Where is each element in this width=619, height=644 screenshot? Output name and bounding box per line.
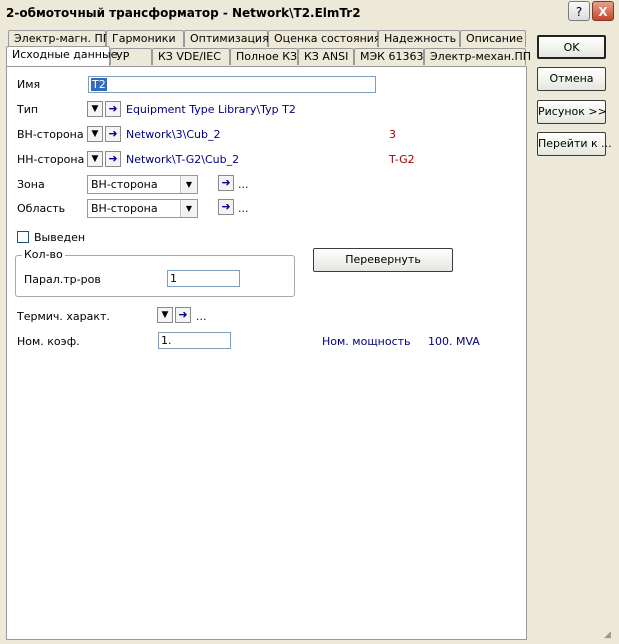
tab-emt[interactable]: Электр-магн. ПП — [8, 30, 111, 47]
thermal-label: Термич. характ. — [17, 310, 110, 323]
type-select-button[interactable]: ▼ — [87, 101, 103, 117]
lv-link[interactable]: Network\T-G2\Cub_2 — [126, 153, 239, 166]
hv-jump-button[interactable]: ➜ — [105, 126, 121, 142]
area-label: Область — [17, 202, 66, 215]
zone-jump-button[interactable]: ➜ — [218, 175, 234, 191]
hv-side-label: ВН-сторона — [17, 128, 84, 141]
jump-to-button[interactable]: Перейти к ... — [537, 132, 612, 156]
area-jump-button[interactable]: ➜ — [218, 199, 234, 215]
zone-label: Зона — [17, 178, 45, 191]
thermal-jump-button[interactable]: ➜ — [175, 307, 191, 323]
tab-optimization[interactable]: Оптимизация — [184, 30, 269, 47]
tab-basic-data[interactable]: Исходные данные — [6, 46, 117, 66]
tab-sc-vde-iec[interactable]: КЗ VDE/IEC — [152, 48, 230, 65]
tab-description[interactable]: Описание — [460, 30, 526, 47]
title-bar: 2-обмоточный трансформатор - Network\T2.… — [0, 0, 619, 28]
arrow-right-icon: ➜ — [178, 308, 188, 321]
tab-iec-61363[interactable]: МЭК 61363 — [354, 48, 424, 65]
name-value: T2 — [91, 78, 107, 91]
close-button[interactable]: X — [592, 1, 614, 21]
arrow-right-icon: ➜ — [221, 176, 231, 189]
name-label: Имя — [17, 78, 41, 91]
type-link[interactable]: Equipment Type Library\Typ T2 — [126, 103, 296, 116]
hv-node-name: 3 — [389, 128, 396, 141]
figure-button[interactable]: Рисунок >> — [537, 100, 607, 124]
triangle-down-icon: ▼ — [161, 310, 169, 320]
zone-select[interactable]: ВН-сторона ▼ — [87, 175, 198, 194]
rated-power-value: 100. MVA — [428, 335, 480, 348]
tab-state-estimation[interactable]: Оценка состояния — [268, 30, 381, 47]
window-title: 2-обмоточный трансформатор - Network\T2.… — [6, 6, 361, 20]
arrow-right-icon: ➜ — [221, 200, 231, 213]
triangle-down-icon: ▼ — [91, 129, 99, 139]
name-input[interactable]: T2 — [88, 76, 376, 93]
area-select[interactable]: ВН-сторона ▼ — [87, 199, 198, 218]
help-button[interactable]: ? — [568, 1, 590, 21]
tab-rms-simulation[interactable]: Электр-механ.ПП — [424, 48, 531, 65]
out-of-service-label: Выведен — [34, 231, 86, 244]
tab-sc-ansi[interactable]: КЗ ANSI — [298, 48, 354, 65]
lv-select-button[interactable]: ▼ — [87, 151, 103, 167]
chevron-down-icon: ▼ — [180, 200, 197, 217]
flip-button[interactable]: Перевернуть — [313, 248, 453, 272]
hv-link[interactable]: Network\3\Cub_2 — [126, 128, 220, 141]
arrow-right-icon: ➜ — [108, 127, 118, 140]
area-dots[interactable]: ... — [238, 202, 249, 215]
tab-complete-sc[interactable]: Полное КЗ — [230, 48, 298, 65]
area-value: ВН-сторона — [91, 202, 158, 215]
rated-power-label: Ном. мощность — [322, 335, 411, 348]
parallel-input[interactable]: 1 — [167, 270, 240, 287]
type-label: Тип — [17, 103, 39, 116]
zone-value: ВН-сторона — [91, 178, 158, 191]
triangle-down-icon: ▼ — [91, 154, 99, 164]
lv-jump-button[interactable]: ➜ — [105, 151, 121, 167]
resize-grip-icon[interactable]: ◢ — [604, 629, 616, 641]
out-of-service-checkbox[interactable] — [17, 231, 29, 243]
chevron-down-icon: ▼ — [180, 176, 197, 193]
zone-dots[interactable]: ... — [238, 178, 249, 191]
parallel-label: Парал.тр-ров — [24, 273, 101, 286]
rating-factor-label: Ном. коэф. — [17, 335, 80, 348]
type-jump-button[interactable]: ➜ — [105, 101, 121, 117]
arrow-right-icon: ➜ — [108, 102, 118, 115]
lv-node-name: T-G2 — [389, 153, 415, 166]
ok-button[interactable]: OK — [537, 35, 606, 59]
hv-select-button[interactable]: ▼ — [87, 126, 103, 142]
tab-harmonics[interactable]: Гармоники — [106, 30, 184, 47]
thermal-select-button[interactable]: ▼ — [157, 307, 173, 323]
lv-side-label: НН-сторона — [17, 153, 85, 166]
arrow-right-icon: ➜ — [108, 152, 118, 165]
tab-reliability[interactable]: Надежность — [378, 30, 460, 47]
rating-factor-input[interactable]: 1. — [158, 332, 231, 349]
thermal-dots[interactable]: ... — [196, 310, 207, 323]
group-label: Кол-во — [22, 248, 65, 261]
cancel-button[interactable]: Отмена — [537, 67, 606, 91]
triangle-down-icon: ▼ — [91, 104, 99, 114]
